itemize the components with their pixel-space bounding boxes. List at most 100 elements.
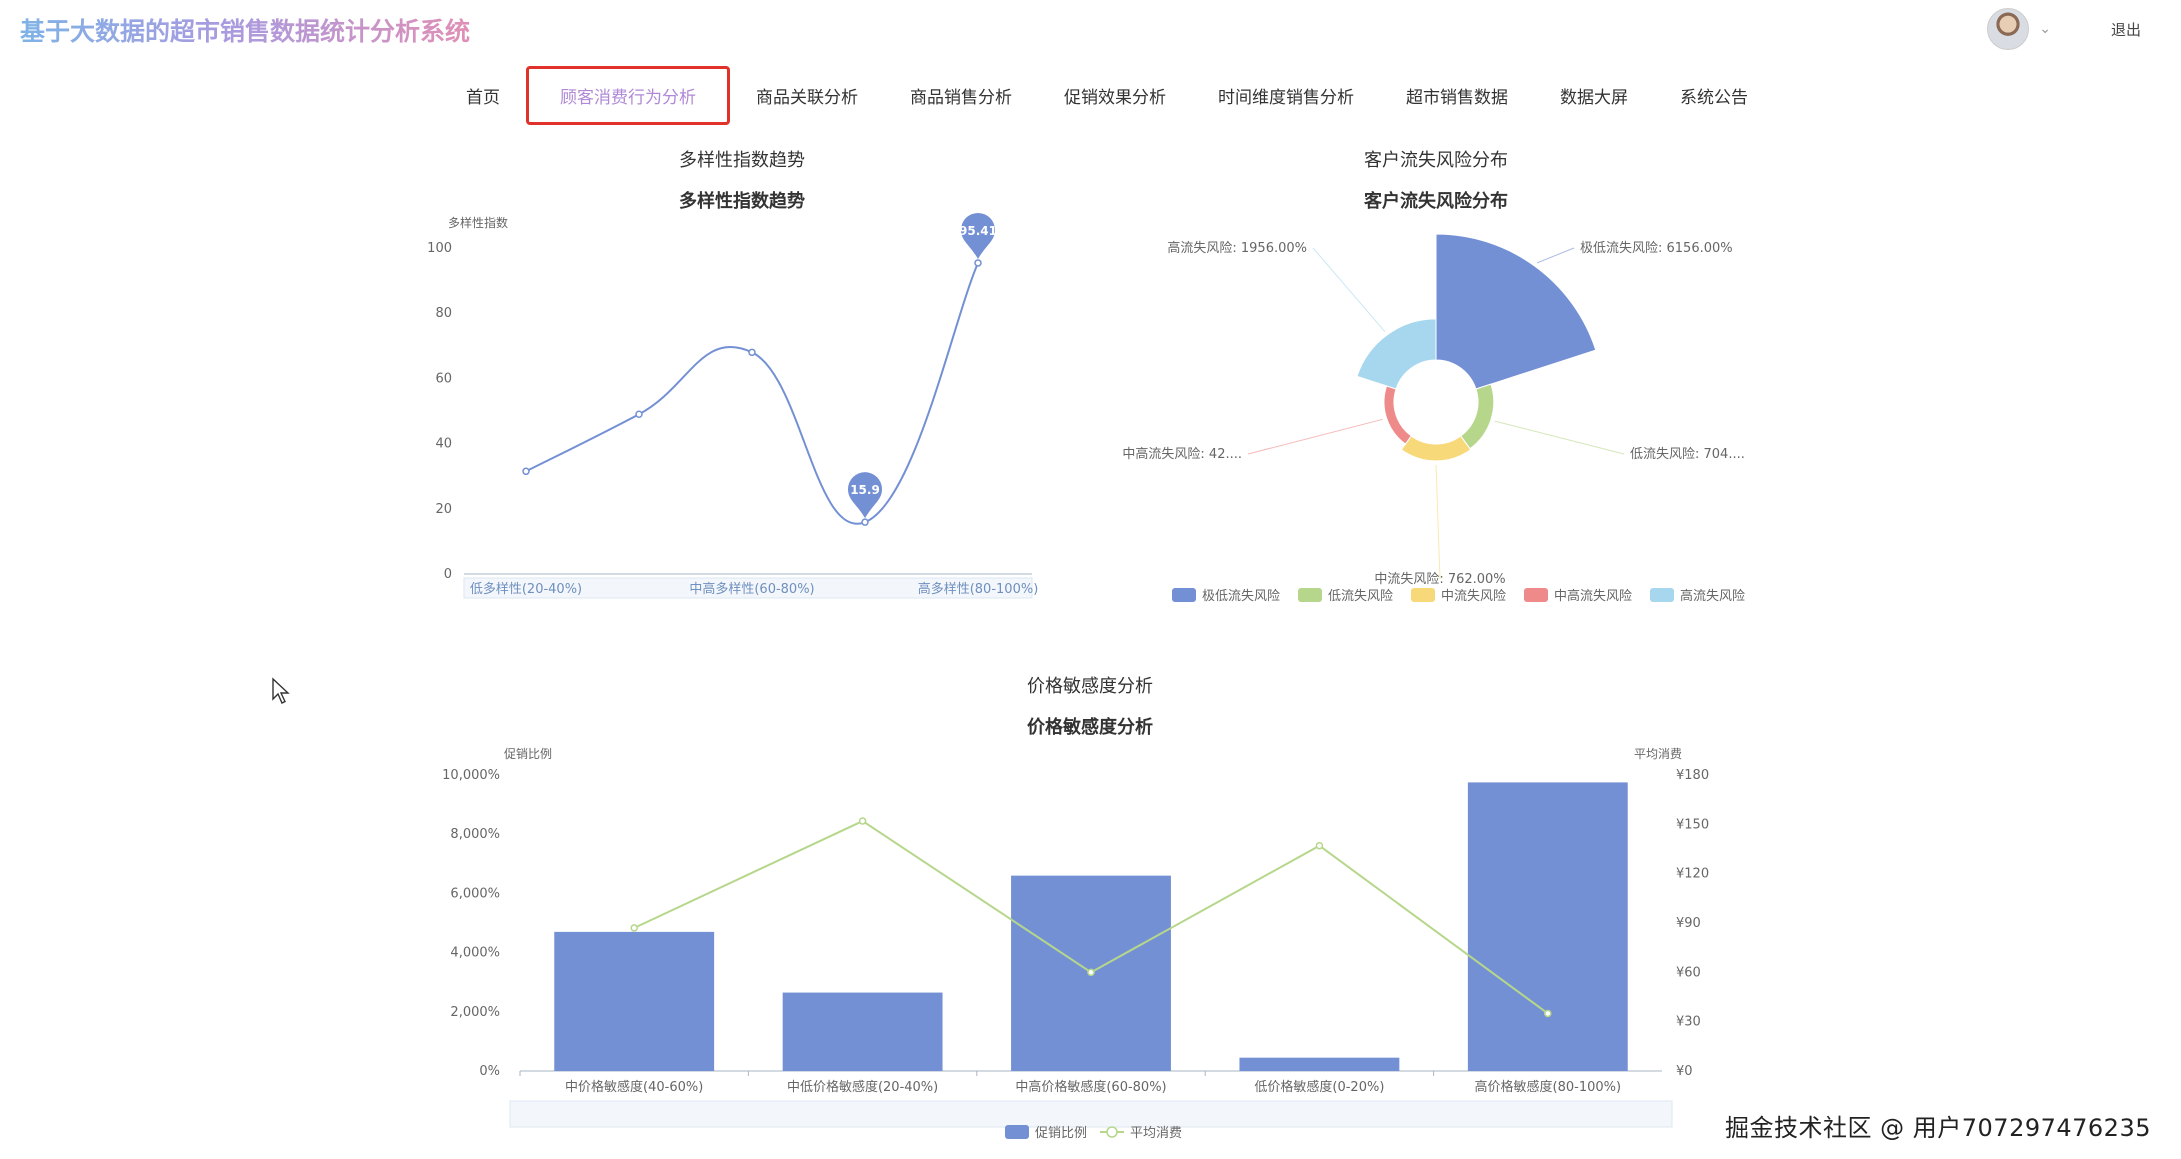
legend-swatch <box>1172 588 1196 602</box>
y-tick-label: 0% <box>479 1064 500 1079</box>
marker-label: 95.41 <box>959 224 997 238</box>
nav-item-product-association[interactable]: 商品关联分析 <box>730 66 884 125</box>
mouse-cursor-icon <box>272 677 290 708</box>
y-tick-label: 10,000% <box>442 768 500 783</box>
data-point <box>974 259 982 267</box>
marker-label: 15.9 <box>850 483 880 497</box>
legend-swatch <box>1411 588 1435 602</box>
slice-label-line <box>1247 418 1383 455</box>
price-sensitivity-chart: 价格敏感度分析价格敏感度分析促销比例 平均消费0%2,000%4,000%6,00… <box>442 676 1709 1141</box>
legend-label: 中高流失风险 <box>1554 588 1632 604</box>
nav-item-customer-behavior[interactable]: 顾客消费行为分析 <box>526 66 730 125</box>
legend-label: 中流失风险 <box>1441 589 1506 604</box>
data-zoom-slider <box>509 1100 1673 1128</box>
logout-button[interactable]: 退出 <box>2111 19 2141 40</box>
bar <box>1467 782 1628 1071</box>
y2-tick-label: ¥60 <box>1676 965 1701 980</box>
nav-item-time-sales[interactable]: 时间维度销售分析 <box>1192 66 1380 125</box>
chart-title: 客户流失风险分布 <box>1364 190 1508 212</box>
legend-label: 平均消费 <box>1130 1126 1182 1141</box>
y-tick-label: 8,000% <box>450 827 500 842</box>
y2-tick-label: ¥30 <box>1676 1015 1701 1030</box>
panel-title: 多样性指数趋势 <box>679 150 805 171</box>
app-title: 基于大数据的超市销售数据统计分析系统 <box>20 12 470 48</box>
churn-risk-chart: 客户流失风险分布客户流失风险分布极低流失风险: 6156.00% 低流失风险: 7… <box>1122 150 1745 604</box>
y-axis-label: 促销比例 <box>504 747 552 761</box>
slice-label: 极低流失风险: 6156.00% <box>1580 241 1733 256</box>
y-tick-label: 6,000% <box>450 886 500 901</box>
nav-item-data-screen[interactable]: 数据大屏 <box>1534 66 1654 125</box>
pie-slice <box>1356 318 1437 390</box>
watermark: 掘金技术社区 @ 用户707297476235 <box>1725 1114 2151 1142</box>
y2-tick-label: ¥180 <box>1676 768 1709 783</box>
slice-label-line <box>1494 420 1625 455</box>
slice-label: 中高流失风险: 42.... <box>1122 446 1242 462</box>
legend-swatch <box>1298 588 1322 602</box>
avg-spend-point <box>858 817 867 825</box>
y2-tick-label: ¥0 <box>1676 1064 1693 1079</box>
slice-label: 低流失风险: 704.... <box>1630 447 1745 462</box>
nav-item-promotion-effect[interactable]: 促销效果分析 <box>1038 66 1192 125</box>
y-tick-label: 0 <box>444 567 452 582</box>
data-point <box>522 467 530 476</box>
data-point <box>748 348 756 357</box>
y-tick-label: 2,000% <box>450 1005 500 1020</box>
x-tick-label: 中价格敏感度(40-60%) <box>565 1079 703 1095</box>
legend-label: 高流失风险 <box>1680 588 1745 604</box>
legend-swatch <box>1524 588 1548 602</box>
y-tick-label: 20 <box>435 502 452 517</box>
slice-label-line <box>1536 247 1575 264</box>
bar <box>782 992 943 1071</box>
data-point <box>635 410 643 419</box>
nav-item-announcements[interactable]: 系统公告 <box>1654 66 1774 125</box>
avg-spend-point <box>630 924 638 932</box>
slice-label: 高流失风险: 1956.00% <box>1167 240 1307 256</box>
x-tick-label: 中高价格敏感度(60-80%) <box>1015 1079 1166 1095</box>
y2-tick-label: ¥90 <box>1676 916 1701 931</box>
series-line <box>525 262 979 525</box>
y-tick-label: 60 <box>435 371 452 386</box>
user-area: ⌄ 退出 <box>1987 4 2141 54</box>
legend-swatch <box>1005 1125 1029 1139</box>
bar <box>1239 1057 1400 1071</box>
x-tick-label: 低多样性(20-40%) <box>470 581 582 597</box>
x-tick-label: 高价格敏感度(80-100%) <box>1475 1079 1622 1095</box>
x-tick-label: 低价格敏感度(0-20%) <box>1254 1079 1384 1095</box>
x-tick-label: 中低价格敏感度(20-40%) <box>787 1079 938 1095</box>
pie-slice <box>1383 385 1413 445</box>
slice-label-line <box>1435 464 1441 580</box>
y-tick-label: 4,000% <box>450 946 500 961</box>
pie-slice <box>1400 435 1472 462</box>
slice-label-line <box>1312 247 1386 332</box>
chart-title: 多样性指数趋势 <box>679 190 805 212</box>
avg-spend-point <box>1315 841 1324 850</box>
panel-title: 客户流失风险分布 <box>1364 150 1508 171</box>
chevron-down-icon[interactable]: ⌄ <box>2039 21 2051 37</box>
diversity-trend-chart: 多样性指数趋势多样性指数趋势多样性指数 0 20 40 60 80 100 低多样性(20-4… <box>427 150 1039 599</box>
main-nav: 首页 顾客消费行为分析 商品关联分析 商品销售分析 促销效果分析 时间维度销售分… <box>440 66 1774 125</box>
y2-tick-label: ¥120 <box>1676 867 1709 882</box>
legend-swatch <box>1650 588 1674 602</box>
y2-tick-label: ¥150 <box>1676 817 1709 832</box>
legend-label: 促销比例 <box>1035 1126 1087 1141</box>
data-point <box>861 518 869 526</box>
y2-axis-label: 平均消费 <box>1634 747 1682 761</box>
user-avatar[interactable] <box>1987 8 2030 50</box>
avg-spend-point <box>1087 968 1095 977</box>
legend-label: 低流失风险 <box>1328 589 1393 604</box>
y-tick-label: 100 <box>427 241 452 256</box>
y-axis-label: 多样性指数 <box>448 215 508 230</box>
nav-item-sales-data[interactable]: 超市销售数据 <box>1380 66 1534 125</box>
x-tick-label: 中高多样性(60-80%) <box>689 581 814 597</box>
avg-spend-point <box>1544 1009 1552 1018</box>
y-tick-label: 40 <box>435 437 452 452</box>
pie-slice <box>1435 233 1597 390</box>
bar <box>554 931 715 1071</box>
nav-item-home[interactable]: 首页 <box>440 66 526 125</box>
chart-title: 价格敏感度分析 <box>1027 716 1153 738</box>
legend-label: 极低流失风险 <box>1202 589 1280 604</box>
x-tick-label: 高多样性(80-100%) <box>918 581 1039 597</box>
nav-item-product-sales[interactable]: 商品销售分析 <box>884 66 1038 125</box>
panel-title: 价格敏感度分析 <box>1027 676 1153 697</box>
legend-swatch <box>1106 1126 1118 1138</box>
